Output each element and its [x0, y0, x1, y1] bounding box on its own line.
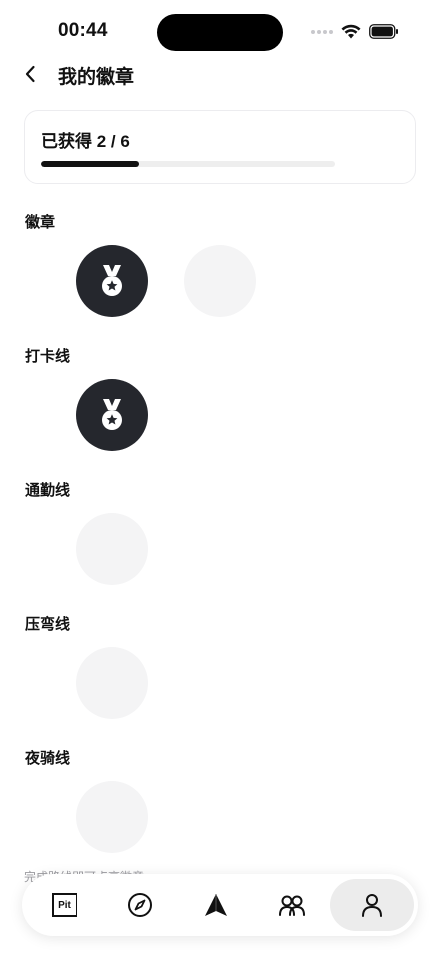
pit-icon: Pit	[51, 893, 77, 917]
dynamic-island	[157, 14, 283, 51]
section-title: 通勤线	[25, 482, 71, 499]
community-icon	[279, 895, 305, 916]
badge-item[interactable]	[76, 781, 148, 853]
status-indicators	[311, 24, 399, 39]
battery-icon	[369, 24, 398, 39]
progress-bar	[41, 161, 335, 167]
progress-fill	[41, 161, 139, 167]
section-title: 压弯线	[25, 616, 71, 633]
status-time: 00:44	[58, 20, 108, 41]
cellular-signal-icon	[311, 29, 333, 34]
tab-explore[interactable]	[102, 879, 178, 931]
section-title: 徽章	[25, 214, 56, 231]
tab-profile[interactable]	[330, 879, 414, 931]
navigate-icon	[205, 894, 227, 916]
badge-item[interactable]	[76, 379, 148, 451]
badge-item[interactable]	[76, 245, 148, 317]
wifi-icon	[341, 24, 361, 39]
tab-ride[interactable]	[178, 879, 254, 931]
badge-item[interactable]	[76, 513, 148, 585]
section-title: 夜骑线	[25, 750, 71, 767]
tab-pit[interactable]: Pit	[26, 879, 102, 931]
progress-label: 已获得 2 / 6	[41, 132, 130, 151]
section-title: 打卡线	[25, 348, 71, 365]
pit-label: Pit	[58, 899, 71, 911]
page-title: 我的徽章	[58, 67, 135, 88]
progress-card: 已获得 2 / 6	[24, 110, 416, 184]
medal-icon	[102, 399, 122, 430]
back-button[interactable]	[18, 62, 42, 86]
profile-icon	[362, 894, 382, 917]
medal-icon	[102, 265, 122, 296]
compass-icon	[128, 893, 152, 917]
badges-screen: 00:44 我的徽章 已获得 2 / 6 徽章 打卡线 通勤线 压弯线 夜骑线 …	[0, 0, 440, 956]
tab-community[interactable]	[254, 879, 330, 931]
chevron-left-icon	[25, 65, 35, 83]
badge-item[interactable]	[76, 647, 148, 719]
badge-item[interactable]	[184, 245, 256, 317]
bottom-tab-bar: Pit	[22, 874, 418, 936]
